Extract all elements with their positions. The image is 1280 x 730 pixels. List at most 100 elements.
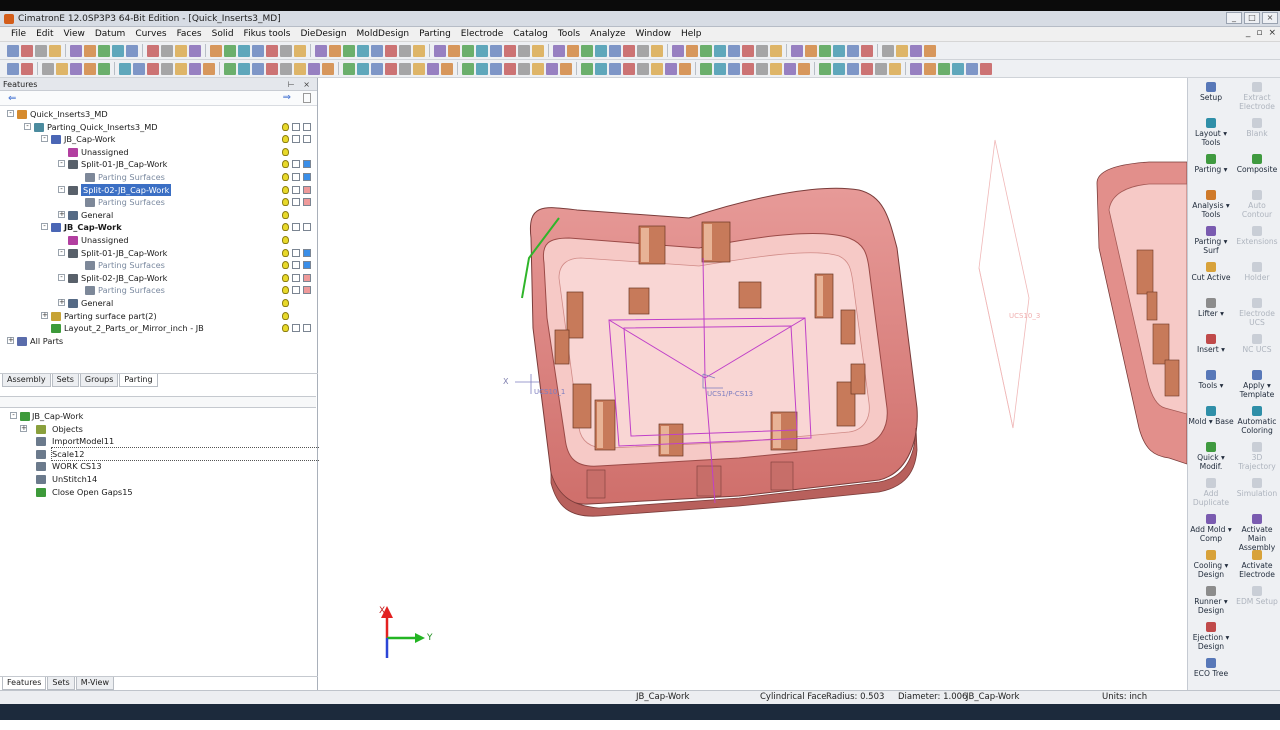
panel-pin-close-icons[interactable]: ⊢ × (288, 78, 313, 91)
feature-row[interactable]: ImportModel11 (0, 435, 316, 448)
tree-row[interactable]: Parting Surfaces (0, 259, 316, 272)
expand-toggle-icon[interactable]: - (41, 223, 48, 231)
toolbar-tool-icon[interactable] (448, 44, 460, 57)
toolbar-tool-icon[interactable] (189, 62, 201, 75)
visibility-bulb-icon[interactable] (282, 286, 289, 295)
guide-button-lifter[interactable]: Lifter ▾ (1188, 298, 1234, 331)
mdi-close-button[interactable]: × (1268, 28, 1276, 38)
guide-button-activate-electrode[interactable]: Activate Electrode (1234, 550, 1280, 583)
tree-row[interactable]: Parting Surfaces (0, 171, 316, 184)
toolbar-tool-icon[interactable] (49, 44, 61, 57)
toolbar-tool-icon[interactable] (490, 62, 502, 75)
toolbar-tool-icon[interactable] (770, 44, 782, 57)
expand-toggle-icon[interactable]: - (10, 412, 17, 419)
toolbar-tool-icon[interactable] (896, 44, 908, 57)
expand-toggle-icon[interactable]: - (24, 122, 31, 130)
toolbar-tool-icon[interactable] (882, 44, 894, 57)
visibility-bulb-icon[interactable] (282, 248, 289, 257)
toolbar-tool-icon[interactable] (112, 44, 124, 57)
mold-part[interactable] (521, 187, 918, 517)
menu-view[interactable]: View (59, 29, 90, 39)
toolbar-tool-icon[interactable] (798, 62, 810, 75)
maximize-button[interactable]: □ (1244, 12, 1260, 24)
tab-m-view[interactable]: M-View (75, 677, 115, 690)
mdi-minimize-button[interactable]: _ (1246, 28, 1251, 38)
guide-button-mold-base[interactable]: Mold ▾ Base (1188, 406, 1234, 439)
toolbar-tool-icon[interactable] (700, 44, 712, 57)
guide-button-activate-main[interactable]: Activate Main Assembly (1234, 514, 1280, 552)
toolbar-tool-icon[interactable] (700, 62, 712, 75)
toolbar-tool-icon[interactable] (462, 44, 474, 57)
toolbar-tool-icon[interactable] (266, 44, 278, 57)
feature-row[interactable]: UnStitch14 (0, 473, 316, 486)
visibility-bulb-icon[interactable] (282, 210, 289, 219)
tree-row[interactable]: - Split-01-JB_Cap-Work (0, 247, 316, 260)
guide-button-extract[interactable]: Extract Electrode (1234, 82, 1280, 115)
toolbar-tool-icon[interactable] (252, 62, 264, 75)
tree-row[interactable]: - Split-02-JB_Cap-Work (0, 272, 316, 285)
toolbar-tool-icon[interactable] (147, 62, 159, 75)
tree-row[interactable]: Parting Surfaces (0, 196, 316, 209)
visibility-bulb-icon[interactable] (282, 261, 289, 270)
visibility-bulb-icon[interactable] (282, 299, 289, 307)
active-checkbox[interactable] (292, 160, 300, 169)
expand-toggle-icon[interactable]: + (41, 311, 48, 319)
guide-button-insert[interactable]: Insert ▾ (1188, 334, 1234, 367)
expand-toggle-icon[interactable]: + (20, 424, 27, 432)
guide-button-trajectory[interactable]: 3D Trajectory (1234, 442, 1280, 475)
tab-assembly[interactable]: Assembly (2, 374, 51, 387)
toolbar-tool-icon[interactable] (126, 44, 138, 57)
guide-button-runner[interactable]: Runner ▾ Design (1188, 586, 1234, 619)
toolbar-tool-icon[interactable] (623, 44, 635, 57)
expand-toggle-icon[interactable]: - (7, 110, 14, 117)
tree-row[interactable]: Parting Surfaces (0, 284, 316, 297)
tree-row[interactable]: + Parting surface part(2) (0, 310, 316, 323)
guide-button-setup[interactable]: Setup (1188, 82, 1234, 115)
toolbar-tool-icon[interactable] (280, 44, 292, 57)
visibility-bulb-icon[interactable] (282, 135, 289, 144)
close-button[interactable]: × (1262, 12, 1278, 24)
tree-row[interactable]: - Split-02-JB_Cap-Work (0, 183, 316, 197)
toolbar-tool-icon[interactable] (175, 62, 187, 75)
toolbar-tool-icon[interactable] (238, 62, 250, 75)
toolbar-tool-icon[interactable] (595, 62, 607, 75)
tree-row[interactable]: Unassigned (0, 146, 316, 159)
toolbar-tool-icon[interactable] (357, 44, 369, 57)
toolbar-tool-icon[interactable] (553, 44, 565, 57)
active-checkbox[interactable] (292, 185, 300, 194)
menu-electrode[interactable]: Electrode (456, 29, 508, 39)
expand-toggle-icon[interactable]: - (58, 160, 65, 168)
guide-button-eco-tree[interactable]: ECO Tree (1188, 658, 1234, 691)
toolbar-tool-icon[interactable] (623, 62, 635, 75)
toolbar-tool-icon[interactable] (686, 44, 698, 57)
guide-button-extensions[interactable]: Extensions (1234, 226, 1280, 259)
guide-button-add-mold[interactable]: Add Mold ▾ Comp (1188, 514, 1234, 547)
second-mold-part[interactable] (1096, 161, 1188, 465)
visibility-bulb-icon[interactable] (282, 122, 289, 131)
minimize-button[interactable]: _ (1226, 12, 1242, 24)
toolbar-tool-icon[interactable] (742, 62, 754, 75)
color-swatch[interactable] (303, 273, 311, 282)
toolbar-tool-icon[interactable] (910, 62, 922, 75)
toolbar-tool-icon[interactable] (924, 44, 936, 57)
visibility-bulb-icon[interactable] (282, 173, 289, 181)
expand-toggle-icon[interactable]: - (41, 135, 48, 143)
toolbar-tool-icon[interactable] (70, 44, 82, 57)
toolbar-tool-icon[interactable] (952, 62, 964, 75)
toolbar-tool-icon[interactable] (308, 62, 320, 75)
toolbar-tool-icon[interactable] (42, 62, 54, 75)
toolbar-tool-icon[interactable] (672, 44, 684, 57)
color-swatch[interactable] (303, 248, 311, 257)
toolbar-tool-icon[interactable] (224, 44, 236, 57)
feature-row[interactable]: + Objects (0, 423, 316, 436)
toolbar-tool-icon[interactable] (343, 62, 355, 75)
menu-curves[interactable]: Curves (130, 29, 171, 39)
toolbar-tool-icon[interactable] (546, 62, 558, 75)
toolbar-tool-icon[interactable] (210, 44, 222, 57)
toolbar-tool-icon[interactable] (189, 44, 201, 57)
guide-button-template[interactable]: Apply ▾ Template (1234, 370, 1280, 403)
toolbar-tool-icon[interactable] (637, 44, 649, 57)
guide-button-simulation[interactable]: Simulation (1234, 478, 1280, 511)
toolbar-tool-icon[interactable] (819, 44, 831, 57)
toolbar-tool-icon[interactable] (490, 44, 502, 57)
